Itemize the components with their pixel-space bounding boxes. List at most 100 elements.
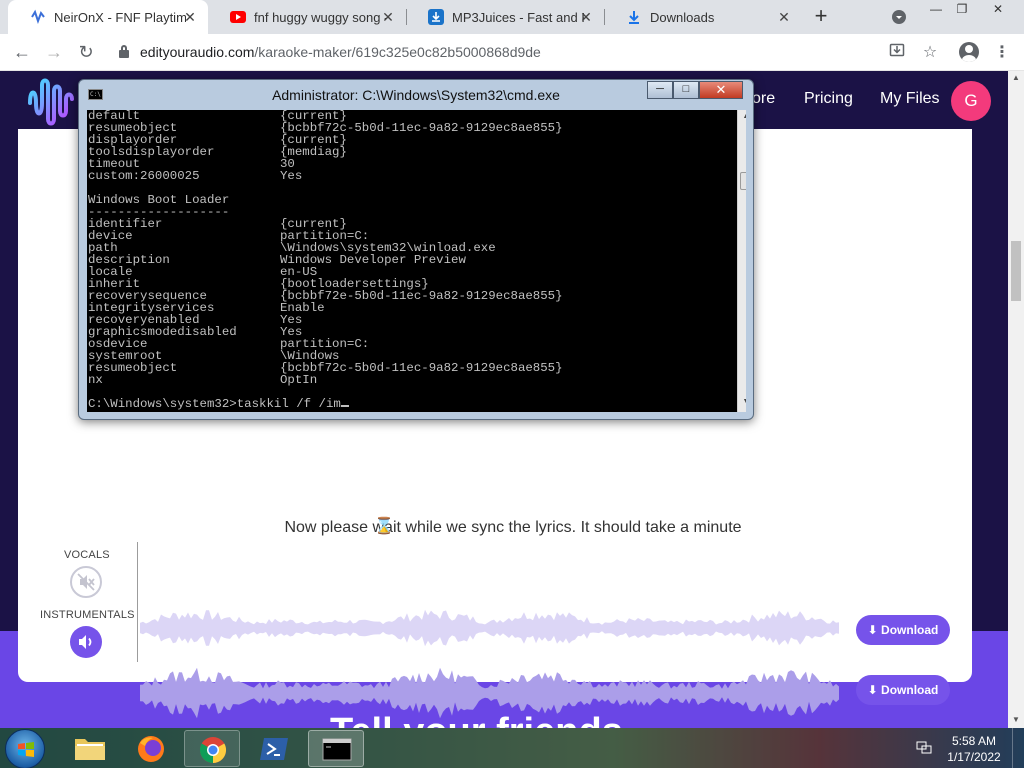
tab-title: NeirOnX - FNF Playtime - <box>54 9 186 25</box>
download-arrow-icon: ⬇ <box>867 623 878 637</box>
cmd-key: nx <box>88 373 103 387</box>
sync-status-text: Now please wait while we sync the lyrics… <box>284 519 742 536</box>
reload-icon[interactable]: ↻ <box>74 41 98 63</box>
new-tab-button[interactable]: + <box>808 5 834 29</box>
cmd-line: osdevice partition=C: <box>87 338 746 350</box>
instrumentals-speaker-icon[interactable] <box>70 626 102 658</box>
window-close-icon[interactable]: ✕ <box>986 2 1010 20</box>
youtube-favicon-icon <box>230 9 246 25</box>
cmd-scroll-up-icon[interactable]: ▲ <box>738 113 746 120</box>
instrumentals-download-button[interactable]: ⬇ Download <box>856 675 950 705</box>
cmd-key: custom:26000025 <box>88 169 200 183</box>
show-desktop-button[interactable] <box>1012 728 1024 768</box>
instrumentals-label: INSTRUMENTALS <box>40 609 135 621</box>
windows-flag-icon <box>18 742 34 757</box>
cmd-title-bar[interactable]: C:\ Administrator: C:\Windows\System32\c… <box>79 80 753 110</box>
cmd-icon <box>322 738 352 761</box>
restore-icon[interactable]: ❐ <box>950 2 974 20</box>
cmd-output: default {current} resumeobject {bcbbf72c-5b… <box>87 110 746 398</box>
forward-arrow-icon[interactable]: → <box>42 41 66 63</box>
nav-pricing-link[interactable]: Pricing <box>804 90 853 108</box>
folder-icon <box>75 739 105 760</box>
cmd-prompt-line[interactable]: C:\Windows\system32>taskkil /f /im <box>87 398 746 410</box>
cmd-line: toolsdisplayorder {memdiag} <box>87 146 746 158</box>
scroll-up-icon[interactable]: ▲ <box>1008 73 1024 82</box>
taskbar-file-explorer[interactable] <box>62 730 118 767</box>
page-scrollbar[interactable]: ▲ ▼ <box>1008 71 1024 728</box>
taskbar-clock[interactable]: 5:58 AM 1/17/2022 <box>944 733 1004 765</box>
nav-my-files-link[interactable]: My Files <box>880 90 940 108</box>
clock-time: 5:58 AM <box>951 734 997 748</box>
cmd-console[interactable]: default {current} resumeobject {bcbbf72c-5b… <box>87 110 746 412</box>
tab-title: MP3Juices - Fast and Free <box>452 9 584 25</box>
vocals-label: VOCALS <box>64 549 110 561</box>
vocals-muted-speaker-icon[interactable] <box>70 566 102 598</box>
vocals-download-button[interactable]: ⬇ Download <box>856 615 950 645</box>
cmd-value: OptIn <box>280 373 318 387</box>
vocals-waveform[interactable] <box>140 605 850 651</box>
taskbar-chrome[interactable] <box>184 730 240 767</box>
url-host: edityouraudio.com <box>140 44 255 60</box>
clock-date: 1/17/2022 <box>947 750 1001 764</box>
tab-youtube[interactable]: fnf huggy wuggy song - ✕ <box>208 0 406 34</box>
cmd-line: resumeobject {bcbbf72c-5b0d-11ec-9a82-912… <box>87 122 746 134</box>
tab-neironx[interactable]: NeirOnX - FNF Playtime - ✕ <box>8 0 208 34</box>
powershell-icon <box>260 738 288 760</box>
cmd-value: Yes <box>280 169 303 183</box>
cmd-line: resumeobject {bcbbf72c-5b0d-11ec-9a82-912… <box>87 362 746 374</box>
tab-close-icon[interactable]: ✕ <box>380 9 396 26</box>
address-bar[interactable]: edityouraudio.com/karaoke-maker/619c325e… <box>140 44 541 60</box>
network-icon[interactable] <box>916 740 932 754</box>
cmd-close-icon[interactable]: ✕ <box>699 81 743 99</box>
nav-more-link[interactable]: ore <box>752 90 775 108</box>
start-button[interactable] <box>5 729 45 768</box>
taskbar-cmd[interactable] <box>308 730 364 767</box>
cmd-maximize-icon[interactable]: □ <box>673 81 699 99</box>
download-favicon-icon <box>626 9 642 25</box>
taskbar-firefox[interactable] <box>123 730 179 767</box>
mp3juices-favicon-icon <box>428 9 444 25</box>
cmd-line: ------------------- <box>87 206 746 218</box>
tab-mp3juices[interactable]: MP3Juices - Fast and Free ✕ <box>406 0 604 34</box>
download-label: Download <box>881 623 939 637</box>
user-avatar[interactable]: G <box>951 81 991 121</box>
download-label: Download <box>881 683 939 697</box>
cmd-line: description Windows Developer Preview <box>87 254 746 266</box>
minimize-icon[interactable]: — <box>924 2 948 20</box>
browser-toolbar: ← → ↻ edityouraudio.com/karaoke-maker/61… <box>0 34 1024 71</box>
cmd-line: graphicsmodedisabled Yes <box>87 326 746 338</box>
windows-taskbar: 5:58 AM 1/17/2022 <box>0 728 1024 768</box>
cmd-value: {bcbbf72c-5b0d-11ec-9a82-9129ec8ae855} <box>280 361 563 375</box>
taskbar-powershell[interactable] <box>246 730 302 767</box>
back-arrow-icon[interactable]: ← <box>10 41 34 63</box>
cmd-line: nx OptIn <box>87 374 746 386</box>
scroll-thumb[interactable] <box>1011 241 1021 301</box>
download-arrow-icon: ⬇ <box>867 683 878 697</box>
instrumentals-waveform[interactable] <box>140 663 850 723</box>
cmd-line: identifier {current} <box>87 218 746 230</box>
cmd-caret <box>340 405 349 407</box>
playhead-line[interactable] <box>137 542 138 662</box>
tab-title: fnf huggy wuggy song - <box>254 9 386 25</box>
lock-icon[interactable] <box>119 45 129 58</box>
tab-close-icon[interactable]: ✕ <box>578 9 594 26</box>
menu-kebab-icon[interactable]: ⋮ <box>992 42 1012 62</box>
cmd-minimize-icon[interactable]: ─ <box>647 81 673 99</box>
tab-downloads[interactable]: Downloads ✕ <box>604 0 802 34</box>
cmd-line: custom:26000025 Yes <box>87 170 746 182</box>
chrome-icon <box>199 737 227 764</box>
profile-icon[interactable] <box>959 42 979 62</box>
tab-close-icon[interactable]: ✕ <box>182 9 198 26</box>
bookmark-star-icon[interactable]: ☆ <box>920 42 940 62</box>
cmd-scroll-down-icon[interactable]: ▼ <box>738 398 746 405</box>
tab-title: Downloads <box>650 9 715 25</box>
cmd-scroll-thumb[interactable] <box>740 172 746 190</box>
edityouraudio-logo[interactable] <box>26 73 78 129</box>
tab-search-icon[interactable] <box>892 10 906 24</box>
url-path: /karaoke-maker/619c325e0c82b5000868d9de <box>254 44 541 60</box>
tab-close-icon[interactable]: ✕ <box>776 9 792 26</box>
cmd-window[interactable]: C:\ Administrator: C:\Windows\System32\c… <box>78 79 754 420</box>
install-app-icon[interactable] <box>887 42 907 62</box>
cmd-scrollbar[interactable]: ▲ ▼ <box>737 110 746 412</box>
scroll-down-icon[interactable]: ▼ <box>1008 715 1024 724</box>
